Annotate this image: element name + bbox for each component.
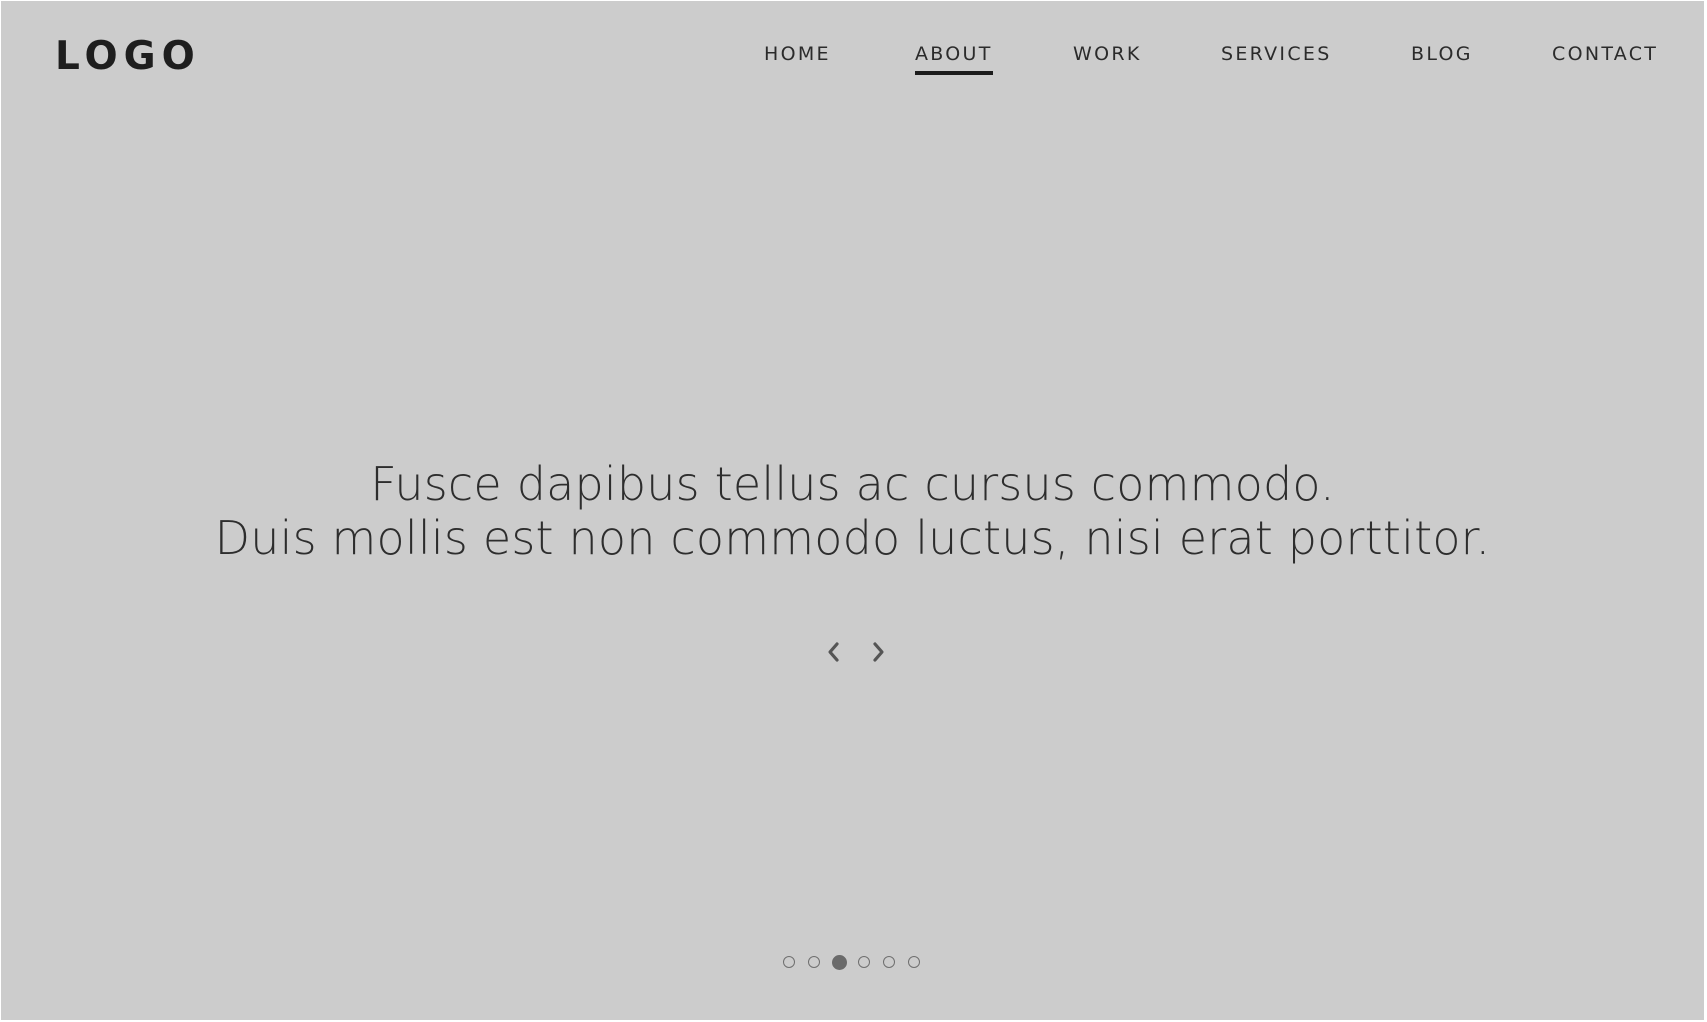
hero-caption: Fusce dapibus tellus ac cursus commodo. … bbox=[1, 457, 1704, 565]
chevron-left-icon bbox=[828, 642, 839, 662]
nav-about[interactable]: ABOUT bbox=[915, 41, 993, 75]
nav-contact[interactable]: CONTACT bbox=[1552, 41, 1658, 67]
slide-dot[interactable] bbox=[831, 954, 847, 970]
slide-dot[interactable] bbox=[808, 956, 820, 968]
hero-caption-line-1: Fusce dapibus tellus ac cursus commodo. bbox=[370, 457, 1335, 511]
nav-home[interactable]: HOME bbox=[764, 41, 831, 67]
slide-dot[interactable] bbox=[858, 956, 870, 968]
slide-dot[interactable] bbox=[908, 956, 920, 968]
slide-dot[interactable] bbox=[783, 956, 795, 968]
nav-services[interactable]: SERVICES bbox=[1221, 41, 1332, 67]
slider-arrows bbox=[819, 634, 889, 670]
chevron-right-icon bbox=[873, 642, 884, 662]
nav-blog[interactable]: BLOG bbox=[1411, 41, 1473, 67]
slide-dot[interactable] bbox=[883, 956, 895, 968]
hero-caption-line-2: Duis mollis est non commodo luctus, nisi… bbox=[214, 511, 1491, 565]
main-nav: HOME ABOUT WORK SERVICES BLOG CONTACT bbox=[1, 41, 1704, 81]
nav-work[interactable]: WORK bbox=[1073, 41, 1142, 67]
next-slide-button[interactable] bbox=[863, 634, 893, 670]
page-frame: LOGO HOME ABOUT WORK SERVICES BLOG CONTA… bbox=[1, 1, 1704, 1020]
prev-slide-button[interactable] bbox=[819, 634, 849, 670]
slide-indicator bbox=[783, 954, 933, 973]
